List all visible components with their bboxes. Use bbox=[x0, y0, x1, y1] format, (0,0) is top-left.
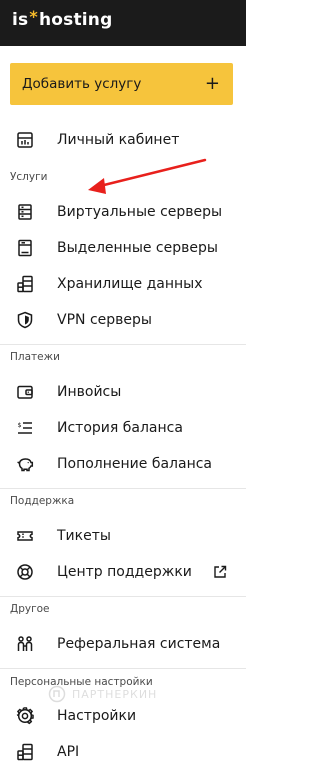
sidebar-item-label: Реферальная система bbox=[57, 636, 221, 652]
sidebar-item-dedicated-servers[interactable]: Выделенные серверы bbox=[0, 231, 246, 265]
sidebar-item-label: API bbox=[57, 744, 80, 760]
svg-text:$: $ bbox=[18, 421, 22, 429]
sidebar-item-vpn[interactable]: VPN серверы bbox=[0, 303, 246, 337]
sidebar-item-label: VPN серверы bbox=[57, 312, 152, 328]
sidebar-item-top-up[interactable]: Пополнение баланса bbox=[0, 447, 246, 481]
sidebar-item-label: Личный кабинет bbox=[57, 132, 180, 148]
annotation-arrow-shaft bbox=[98, 158, 207, 188]
sidebar-item-invoices[interactable]: Инвойсы bbox=[0, 375, 246, 409]
sidebar-item-label: Тикеты bbox=[57, 528, 111, 544]
sidebar-item-label: Хранилище данных bbox=[57, 276, 203, 292]
wallet-icon bbox=[16, 383, 34, 401]
sidebar-item-support-center[interactable]: Центр поддержки bbox=[0, 555, 246, 589]
api-icon bbox=[16, 743, 34, 761]
shield-icon bbox=[16, 311, 34, 329]
sidebar-item-settings[interactable]: Настройки bbox=[0, 699, 246, 733]
dashboard-icon bbox=[16, 131, 34, 149]
divider bbox=[0, 596, 246, 597]
section-services: Услуги bbox=[10, 171, 48, 183]
external-link-icon[interactable] bbox=[212, 564, 228, 580]
add-service-label: Добавить услугу bbox=[22, 76, 142, 92]
sidebar-item-storage[interactable]: Хранилище данных bbox=[0, 267, 246, 301]
brand-logo[interactable]: is*hosting bbox=[12, 7, 112, 30]
section-payments: Платежи bbox=[10, 351, 60, 363]
divider bbox=[0, 344, 246, 345]
virtual-server-icon bbox=[16, 203, 34, 221]
sidebar-item-label: История баланса bbox=[57, 420, 183, 436]
plus-icon: + bbox=[204, 73, 220, 94]
gear-icon bbox=[16, 707, 34, 725]
sidebar-item-label: Пополнение баланса bbox=[57, 456, 213, 472]
section-other: Другое bbox=[10, 603, 50, 615]
sidebar-item-tickets[interactable]: Тикеты bbox=[0, 519, 246, 553]
dedicated-server-icon bbox=[16, 239, 34, 257]
lifebuoy-icon bbox=[16, 563, 34, 581]
sidebar-item-balance-history[interactable]: $ История баланса bbox=[0, 411, 246, 445]
sidebar-item-label: Центр поддержки bbox=[57, 564, 192, 580]
top-bar: is*hosting bbox=[0, 0, 246, 46]
sidebar-item-label: Инвойсы bbox=[57, 384, 122, 400]
ticket-icon bbox=[16, 527, 34, 545]
divider bbox=[0, 488, 246, 489]
piggy-bank-icon bbox=[16, 455, 34, 473]
sidebar-item-label: Выделенные серверы bbox=[57, 240, 218, 256]
storage-icon bbox=[16, 275, 34, 293]
sidebar-item-referral[interactable]: Реферальная система bbox=[0, 627, 246, 661]
people-icon bbox=[16, 635, 34, 653]
sidebar-item-label: Настройки bbox=[57, 708, 137, 724]
sidebar-item-api[interactable]: API bbox=[0, 735, 246, 769]
annotation-arrow-head bbox=[88, 178, 106, 194]
divider bbox=[0, 668, 246, 669]
list-icon: $ bbox=[16, 419, 34, 437]
section-support: Поддержка bbox=[10, 495, 75, 507]
sidebar-item-virtual-servers[interactable]: Виртуальные серверы bbox=[0, 195, 246, 229]
add-service-button[interactable]: Добавить услугу + bbox=[10, 63, 233, 105]
sidebar-item-label: Виртуальные серверы bbox=[57, 204, 223, 220]
sidebar-item-account[interactable]: Личный кабинет bbox=[0, 123, 246, 157]
